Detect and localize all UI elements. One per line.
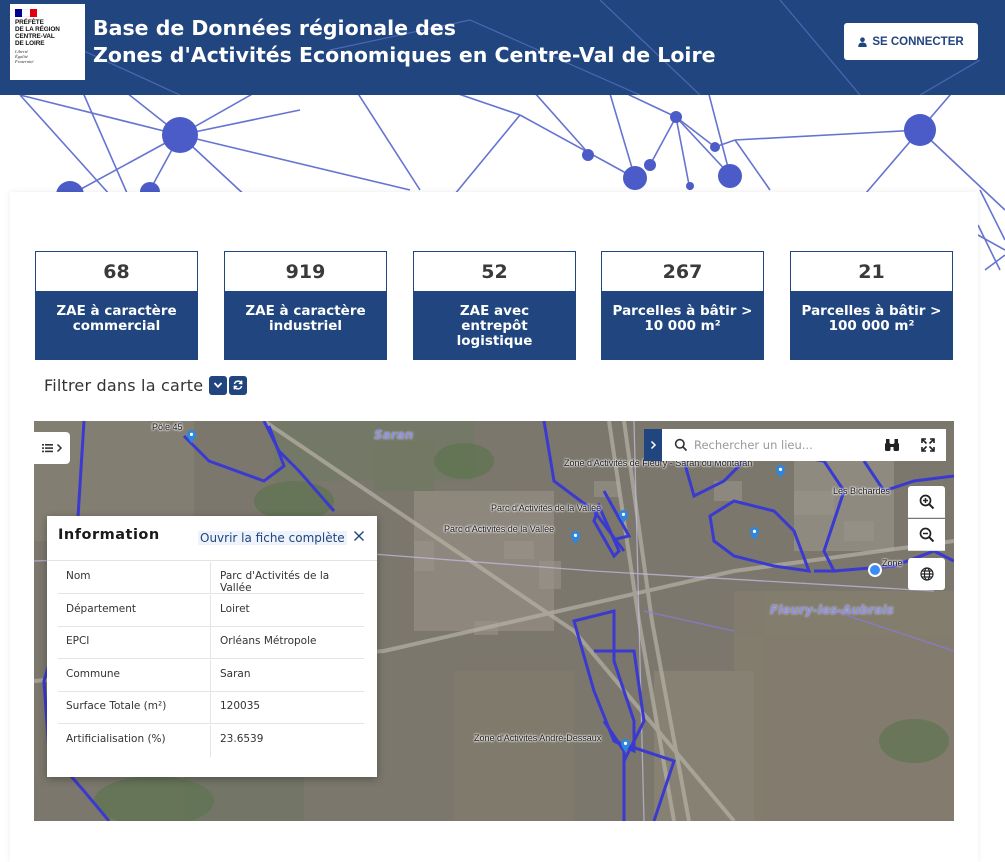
zone-label: Zone d'Activités André-Dessaux (474, 733, 602, 743)
filter-label: Filtrer dans la carte (44, 375, 204, 395)
stat-label: ZAE à caractère commercial (36, 291, 197, 359)
stat-value: 21 (858, 261, 885, 283)
stat-value: 52 (481, 261, 508, 283)
globe-icon (919, 567, 934, 581)
fullscreen-button[interactable] (910, 429, 946, 461)
site-header: PRÉFÈTE DE LA RÉGION CENTRE-VAL DE LOIRE… (0, 0, 1005, 95)
stat-label: Parcelles à bâtir >100 000 m² (791, 291, 952, 359)
site-title-line2: Zones d'Activités Economiques en Centre-… (93, 43, 716, 67)
info-key: Département (66, 603, 136, 615)
user-icon (858, 36, 868, 47)
open-full-record-link[interactable]: Ouvrir la fiche complète (198, 531, 347, 545)
binoculars-icon (885, 439, 899, 451)
stat-card-parcels-10000[interactable]: 267 Parcelles à bâtir >10 000 m² (601, 251, 764, 360)
site-title-line1: Base de Données régionale des (93, 16, 456, 40)
filter-toggle-button[interactable] (209, 375, 228, 395)
info-row-commune: Commune Saran (58, 660, 364, 692)
info-value: 23.6539 (220, 733, 264, 745)
info-popup: Information Ouvrir la fiche complète Nom… (47, 516, 377, 777)
filter-reset-button[interactable] (229, 375, 248, 395)
place-search-input[interactable] (694, 432, 874, 458)
stat-card-commercial[interactable]: 68 ZAE à caractère commercial (35, 251, 198, 360)
zone-label: Parc d'Activités de la Vallée (444, 524, 555, 534)
locate-button[interactable] (874, 429, 910, 461)
map-pin-icon[interactable] (621, 739, 630, 752)
map-pin-icon[interactable] (619, 510, 628, 523)
info-row-epci: EPCI Orléans Métropole (58, 627, 364, 659)
map-pin-icon[interactable] (571, 531, 580, 544)
stat-card-parcels-100000[interactable]: 21 Parcelles à bâtir >100 000 m² (790, 251, 953, 360)
stat-label: ZAE avec entrepôt logistique (414, 291, 575, 359)
info-divider (47, 560, 377, 561)
info-row-departement: Département Loiret (58, 595, 364, 627)
info-value: Saran (220, 668, 251, 680)
zone-label: Parc d'Activités de la Vallée (491, 503, 602, 513)
place-label-saran: Saran (374, 428, 414, 442)
info-title: Information (58, 527, 160, 543)
logo-text: PRÉFÈTE DE LA RÉGION CENTRE-VAL DE LOIRE (15, 19, 60, 47)
layers-icon (41, 444, 53, 453)
stat-label: Parcelles à bâtir >10 000 m² (602, 291, 763, 359)
login-button-label: SE CONNECTER (872, 35, 964, 48)
prefecture-logo[interactable]: PRÉFÈTE DE LA RÉGION CENTRE-VAL DE LOIRE… (10, 4, 85, 80)
zoom-out-icon (919, 527, 934, 542)
map-pin-icon[interactable] (187, 430, 196, 443)
info-key: EPCI (66, 635, 90, 647)
login-button[interactable]: SE CONNECTER (844, 23, 978, 60)
map-pin-icon[interactable] (750, 527, 759, 540)
place-label-fleury: Fleury-les-Aubrais (770, 603, 894, 617)
info-value: 120035 (220, 700, 261, 712)
zone-label: Pôle 45 (152, 422, 183, 432)
refresh-icon (233, 380, 243, 390)
stat-value: 919 (285, 261, 326, 283)
map-filter: Filtrer dans la carte (44, 373, 248, 397)
stat-value: 68 (103, 261, 130, 283)
info-key: Nom (66, 570, 91, 582)
map-search-bar (644, 429, 946, 461)
stat-card-logistics[interactable]: 52 ZAE avec entrepôt logistique (413, 251, 576, 360)
info-row-nom: Nom Parc d'Activités de la Vallée (58, 562, 364, 594)
french-flag-icon (15, 9, 37, 17)
chevron-right-icon (56, 443, 62, 453)
logo-motto: Liberté Égalité Fraternité (15, 49, 34, 64)
zoom-in-button[interactable] (908, 486, 945, 518)
map-pin-icon[interactable] (776, 465, 785, 478)
site-title: Base de Données régionale des Zones d'Ac… (93, 15, 715, 69)
search-icon (674, 438, 688, 452)
info-value: Loiret (220, 603, 250, 615)
stat-value: 267 (662, 261, 703, 283)
stat-card-industrial[interactable]: 919 ZAE à caractère industriel (224, 251, 387, 360)
info-row-surface: Surface Totale (m²) 120035 (58, 692, 364, 724)
layers-panel-toggle[interactable] (34, 432, 70, 464)
info-row-artificialisation: Artificialisation (%) 23.6539 (58, 725, 364, 757)
info-key: Commune (66, 668, 120, 680)
stat-label: ZAE à caractère industriel (225, 291, 386, 359)
close-icon[interactable] (353, 530, 365, 542)
zone-label: Les Bichardes (833, 486, 891, 496)
info-value: Orléans Métropole (220, 635, 317, 647)
current-location-marker (868, 563, 882, 577)
info-value: Parc d'Activités de la Vallée (220, 570, 330, 594)
chevron-down-icon (214, 382, 223, 389)
info-key: Surface Totale (m²) (66, 700, 167, 712)
basemap-button[interactable] (908, 558, 945, 590)
zoom-in-icon (919, 494, 934, 509)
zone-label: Zone (882, 558, 903, 568)
fullscreen-icon (921, 438, 935, 452)
zoom-out-button[interactable] (908, 519, 945, 551)
search-collapse-button[interactable] (644, 429, 662, 461)
info-key: Artificialisation (%) (66, 733, 166, 745)
chevron-right-icon (650, 440, 656, 450)
